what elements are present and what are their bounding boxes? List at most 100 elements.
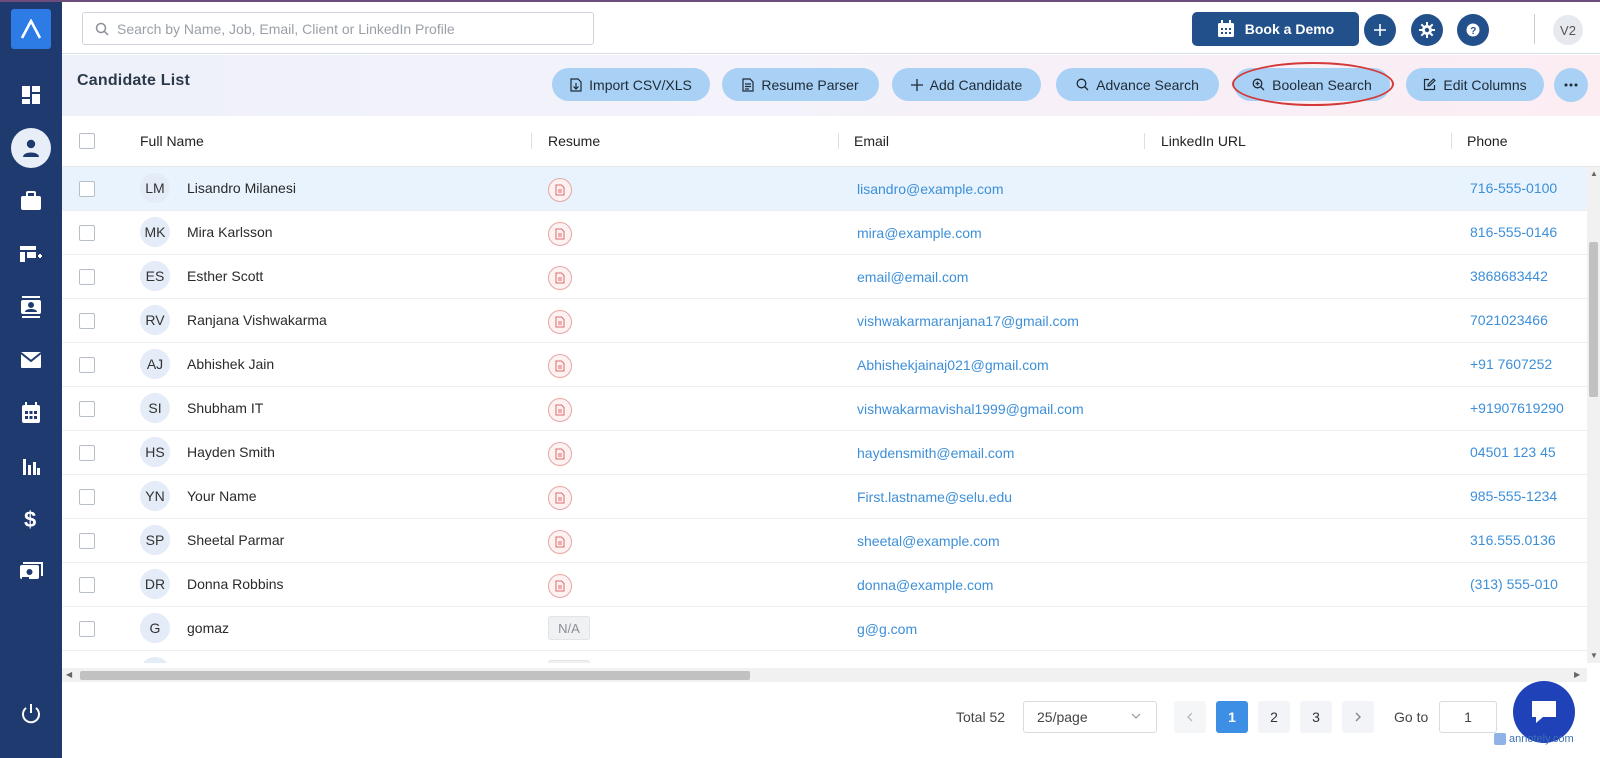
advance-search-button[interactable]: Advance Search [1056,68,1219,101]
candidate-email-link[interactable]: vishwakarmaranjana17@gmail.com [857,313,1079,329]
dashboard-icon[interactable] [11,75,51,115]
app-logo[interactable] [11,9,51,49]
candidate-phone[interactable]: 04501 123 45 [1470,444,1556,460]
resume-pdf-icon[interactable] [548,178,572,202]
resume-pdf-icon[interactable] [548,398,572,422]
table-row[interactable]: YN Your Name First.lastname@selu.edu 985… [62,475,1587,519]
candidate-email-link[interactable]: donna@example.com [857,577,993,593]
resume-pdf-icon[interactable] [548,266,572,290]
candidate-name[interactable]: Mira Karlsson [187,224,273,240]
candidate-name[interactable]: gomaz [187,620,229,636]
candidate-phone[interactable]: 985-555-1234 [1470,488,1557,504]
candidate-name[interactable]: Sheetal Parmar [187,532,284,548]
candidate-email-link[interactable]: g@g.com [857,621,917,637]
table-row[interactable]: SP Sheetal Parmar sheetal@example.com 31… [62,519,1587,563]
candidate-email-link[interactable]: vishwakarmavishal1999@gmail.com [857,401,1084,417]
column-resize-handle[interactable] [531,133,532,149]
horizontal-scroll-thumb[interactable] [80,671,750,680]
page-size-select[interactable]: 25/page [1023,701,1157,733]
row-checkbox[interactable] [79,445,95,461]
candidates-icon[interactable] [11,128,51,168]
candidate-email-link[interactable]: haydensmith@email.com [857,445,1014,461]
payments-icon[interactable] [11,552,51,592]
candidate-name[interactable]: Hayden Smith [187,444,275,460]
resume-pdf-icon[interactable] [548,486,572,510]
column-header-linkedin-url[interactable]: LinkedIn URL [1161,133,1246,149]
resume-pdf-icon[interactable] [548,222,572,246]
table-row[interactable]: HS Hayden Smith haydensmith@email.com 04… [62,431,1587,475]
candidate-phone[interactable]: 716-555-0100 [1470,180,1557,196]
edit-columns-button[interactable]: Edit Columns [1406,68,1544,101]
more-options-button[interactable] [1554,68,1588,102]
candidate-name[interactable]: Ranjana Vishwakarma [187,312,327,328]
table-row[interactable]: AJ Abhishek Jain Abhishekjainaj021@gmail… [62,343,1587,387]
resume-parser-button[interactable]: Resume Parser [722,68,879,101]
candidate-email-link[interactable]: First.lastname@selu.edu [857,489,1012,505]
table-row[interactable]: LM Lisandro Milanesi lisandro@example.co… [62,167,1587,211]
scroll-right-arrow-icon[interactable]: ▶ [1574,670,1580,679]
table-row-partial[interactable] [62,651,1587,663]
horizontal-scrollbar[interactable]: ◀ ▶ [62,668,1587,682]
import-csv-button[interactable]: Import CSV/XLS [552,68,710,101]
vertical-scroll-thumb[interactable] [1589,242,1598,397]
page-button-2[interactable]: 2 [1258,701,1290,733]
candidate-name[interactable]: Lisandro Milanesi [187,180,296,196]
table-row[interactable]: RV Ranjana Vishwakarma vishwakarmaranjan… [62,299,1587,343]
table-row[interactable]: MK Mira Karlsson mira@example.com 816-55… [62,211,1587,255]
candidate-email-link[interactable]: Abhishekjainaj021@gmail.com [857,357,1049,373]
candidate-phone[interactable]: 7021023466 [1470,312,1548,328]
logout-power-icon[interactable] [11,694,51,734]
row-checkbox[interactable] [79,181,95,197]
book-demo-button[interactable]: Book a Demo [1192,12,1359,46]
candidate-phone[interactable]: (313) 555-010 [1470,576,1558,592]
candidate-phone[interactable]: 316.555.0136 [1470,532,1556,548]
prev-page-button[interactable] [1174,701,1206,733]
candidate-name[interactable]: Shubham IT [187,400,263,416]
settings-button[interactable] [1411,14,1443,46]
candidate-name[interactable]: Donna Robbins [187,576,284,592]
column-resize-handle[interactable] [838,133,839,149]
table-row[interactable]: ES Esther Scott email@email.com 38686834… [62,255,1587,299]
select-all-checkbox[interactable] [79,133,95,149]
resume-pdf-icon[interactable] [548,530,572,554]
row-checkbox[interactable] [79,357,95,373]
row-checkbox[interactable] [79,313,95,329]
vertical-scrollbar[interactable]: ▲ ▼ [1587,167,1600,663]
add-candidate-button[interactable]: Add Candidate [892,68,1041,101]
row-checkbox[interactable] [79,269,95,285]
contacts-card-icon[interactable] [11,287,51,327]
row-checkbox[interactable] [79,533,95,549]
table-row[interactable]: DR Donna Robbins donna@example.com (313)… [62,563,1587,607]
candidate-name[interactable]: Esther Scott [187,268,263,284]
page-button-1[interactable]: 1 [1216,701,1248,733]
candidate-name[interactable]: Abhishek Jain [187,356,274,372]
resume-pdf-icon[interactable] [548,442,572,466]
global-search[interactable] [82,12,594,45]
resume-pdf-icon[interactable] [548,354,572,378]
mail-icon[interactable] [11,340,51,380]
clients-add-icon[interactable] [11,234,51,274]
page-button-3[interactable]: 3 [1300,701,1332,733]
billing-dollar-icon[interactable]: $ [11,499,51,539]
column-resize-handle[interactable] [1451,133,1452,149]
row-checkbox[interactable] [79,401,95,417]
candidate-phone[interactable]: +91907619290 [1470,400,1564,416]
resume-pdf-icon[interactable] [548,310,572,334]
column-header-phone[interactable]: Phone [1467,133,1507,149]
candidate-name[interactable]: Your Name [187,488,257,504]
candidate-phone[interactable]: 3868683442 [1470,268,1548,284]
jobs-briefcase-icon[interactable] [11,181,51,221]
row-checkbox[interactable] [79,489,95,505]
column-header-email[interactable]: Email [854,133,889,149]
quick-add-button[interactable] [1364,14,1396,46]
scroll-left-arrow-icon[interactable]: ◀ [66,670,72,679]
column-resize-handle[interactable] [1144,133,1145,149]
scroll-down-arrow-icon[interactable]: ▼ [1590,651,1598,660]
scroll-up-arrow-icon[interactable]: ▲ [1590,169,1598,178]
calendar-icon[interactable] [11,393,51,433]
row-checkbox[interactable] [79,621,95,637]
column-header-resume[interactable]: Resume [548,133,600,149]
table-row[interactable]: G gomaz N/A g@g.com [62,607,1587,651]
candidate-email-link[interactable]: lisandro@example.com [857,181,1004,197]
boolean-search-button[interactable]: Boolean Search [1234,68,1390,101]
